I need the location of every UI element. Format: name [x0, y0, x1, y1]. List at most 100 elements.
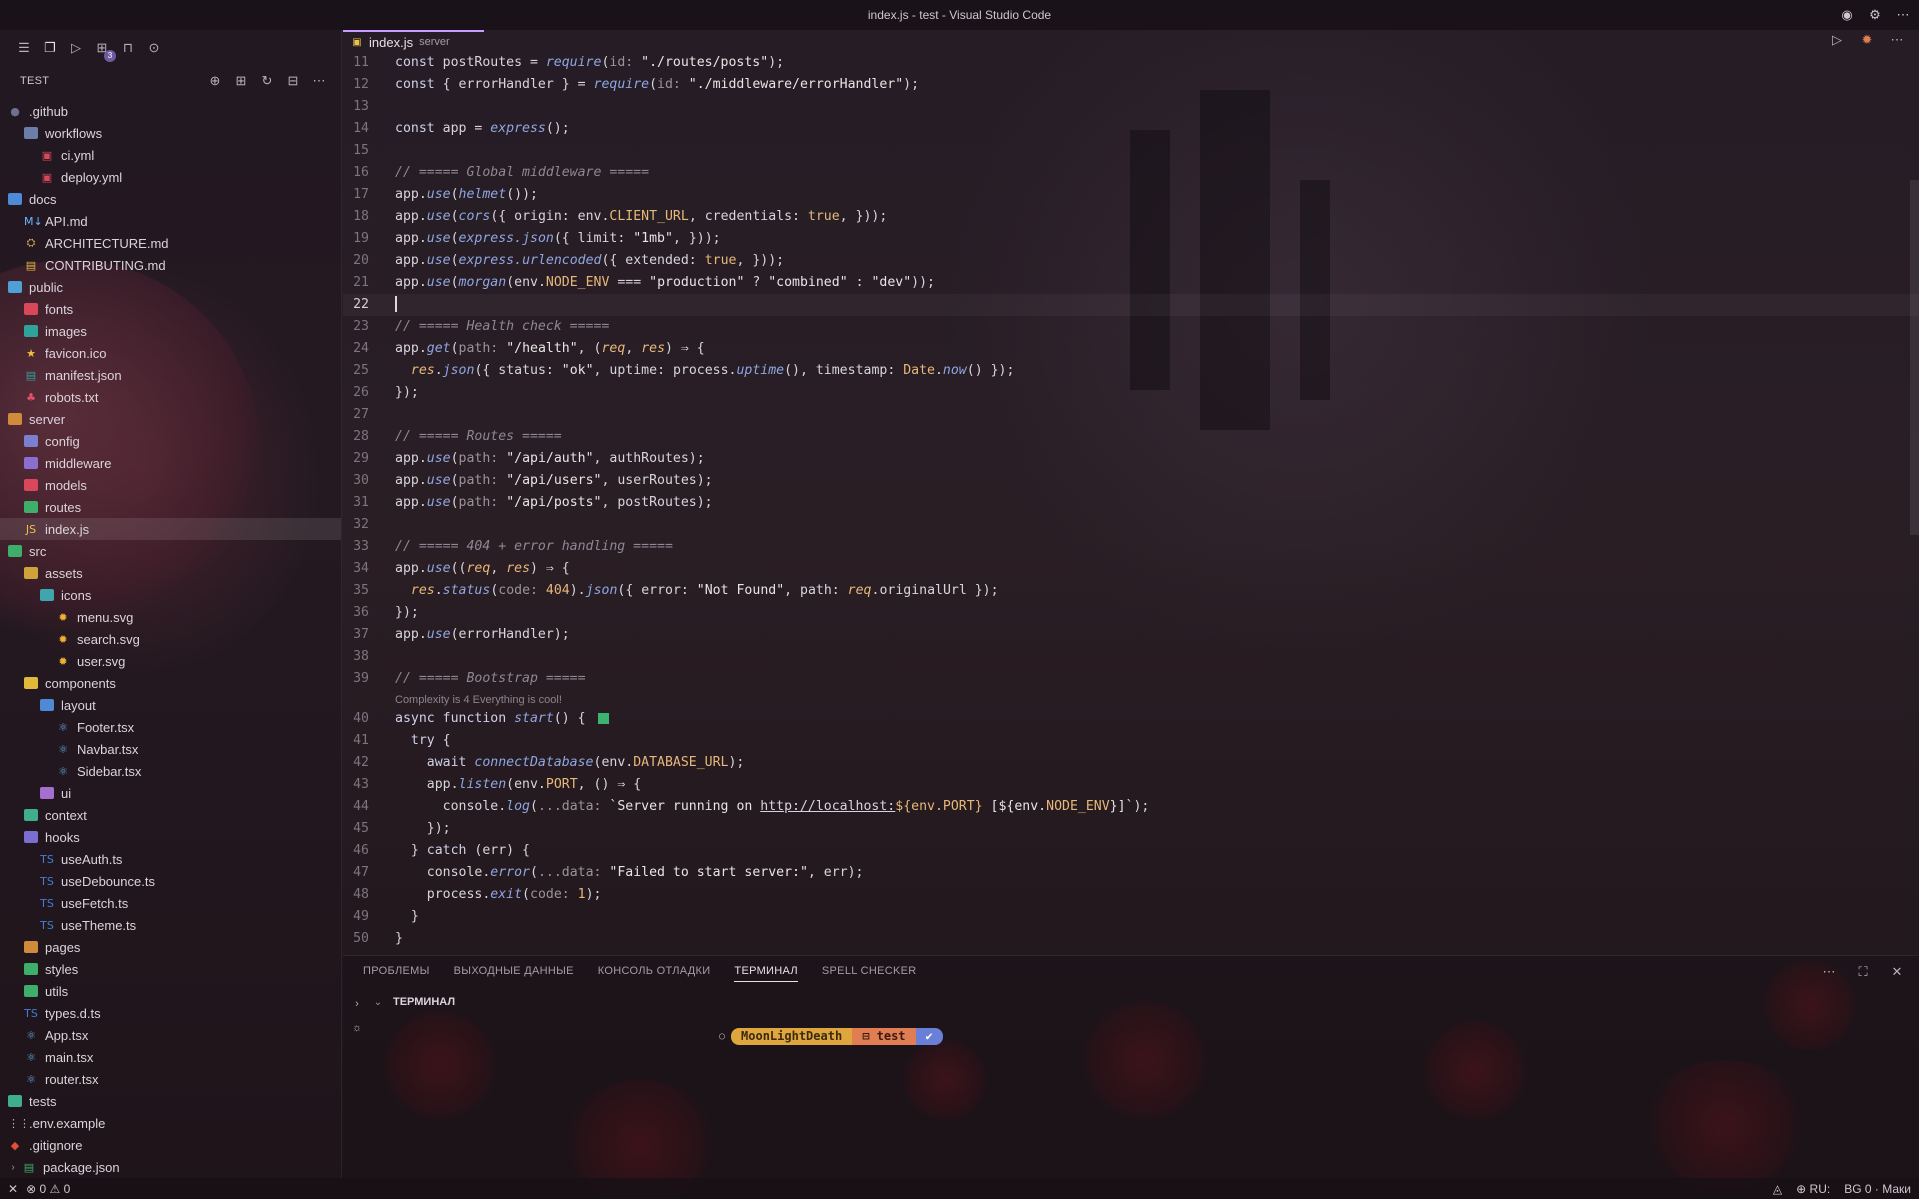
chevron-right-icon[interactable]: › — [349, 996, 365, 1012]
code-line[interactable]: 28 // ===== Routes ===== — [343, 426, 1919, 448]
account-icon[interactable]: ◉ — [1839, 7, 1855, 23]
tree-file[interactable]: ✹ search.svg — [0, 628, 341, 650]
tree-file[interactable]: TS useDebounce.ts — [0, 870, 341, 892]
code-line[interactable]: 35 res.status(code: 404).json({ error: "… — [343, 580, 1919, 602]
tree-folder[interactable]: utils — [0, 980, 341, 1002]
editor-scrollbar[interactable] — [1910, 180, 1919, 535]
code-line[interactable]: 12 const { errorHandler } = require(id: "… — [343, 74, 1919, 96]
tree-file[interactable]: TS useFetch.ts — [0, 892, 341, 914]
tree-folder[interactable]: fonts — [0, 298, 341, 320]
tree-file[interactable]: TS useAuth.ts — [0, 848, 341, 870]
tree-file[interactable]: TS useTheme.ts — [0, 914, 341, 936]
tree-folder[interactable]: ui — [0, 782, 341, 804]
code-line[interactable]: 17 app.use(helmet()); — [343, 184, 1919, 206]
terminal-prompt[interactable]: ○ MoonLightDeath ⊟ test ✔ — [719, 1028, 943, 1045]
problems-indicator[interactable]: ⊗ 0 ⚠ 0 — [26, 1182, 70, 1196]
code-line[interactable]: 33 // ===== 404 + error handling ===== — [343, 536, 1919, 558]
language-indicator[interactable]: ⊕ RU: — [1796, 1182, 1830, 1196]
lightbulb-icon[interactable]: ☼ — [349, 1020, 365, 1036]
code-line[interactable]: 16 // ===== Global middleware ===== — [343, 162, 1919, 184]
tree-folder[interactable]: workflows — [0, 122, 341, 144]
extensions-icon[interactable]: ⊞ 3 — [94, 40, 116, 62]
run-icon[interactable]: ▷ — [1829, 32, 1845, 48]
tree-file[interactable]: ★ favicon.ico — [0, 342, 341, 364]
tree-folder[interactable]: models — [0, 474, 341, 496]
code-line[interactable]: 31 app.use(path: "/api/posts", postRoutes… — [343, 492, 1919, 514]
extension-action-icon[interactable]: ✹ — [1859, 32, 1875, 48]
code-line[interactable]: 18 app.use(cors({ origin: env.CLIENT_URL,… — [343, 206, 1919, 228]
tree-folder[interactable]: components — [0, 672, 341, 694]
collapse-all-icon[interactable]: ⊟ — [285, 73, 301, 89]
code-editor[interactable]: 11 const postRoutes = require(id: "./rout… — [343, 52, 1919, 955]
notifications-icon[interactable]: ◬ — [1773, 1182, 1782, 1196]
code-line[interactable]: 41 try { — [343, 730, 1919, 752]
tree-file[interactable]: › ▤ package.json — [0, 1156, 341, 1178]
code-line[interactable]: 44 console.log(...data: `Server running … — [343, 796, 1919, 818]
tree-folder[interactable]: routes — [0, 496, 341, 518]
code-line[interactable]: 36}); — [343, 602, 1919, 624]
tree-file[interactable]: ⚛ Sidebar.tsx — [0, 760, 341, 782]
code-line[interactable]: 15 — [343, 140, 1919, 162]
code-line[interactable]: 26}); — [343, 382, 1919, 404]
close-icon[interactable]: ✕ — [1889, 964, 1905, 980]
code-line[interactable]: 39 // ===== Bootstrap ===== — [343, 668, 1919, 690]
code-line[interactable]: 29 app.use(path: "/api/auth", authRoutes)… — [343, 448, 1919, 470]
tree-folder[interactable]: middleware — [0, 452, 341, 474]
code-line[interactable]: 32 — [343, 514, 1919, 536]
remote-icon[interactable]: ⊙ — [146, 40, 162, 56]
menu-icon[interactable]: ☰ — [16, 40, 32, 56]
code-line[interactable]: 21 app.use(morgan(env.NODE_ENV === "produ… — [343, 272, 1919, 294]
explorer-icon[interactable]: ❐ — [42, 40, 58, 56]
tree-folder[interactable]: pages — [0, 936, 341, 958]
tree-file[interactable]: ✹ user.svg — [0, 650, 341, 672]
tree-folder[interactable]: layout — [0, 694, 341, 716]
code-line[interactable]: 14 const app = express(); — [343, 118, 1919, 140]
code-line[interactable]: 37 app.use(errorHandler); — [343, 624, 1919, 646]
maximize-icon[interactable]: ⛶ — [1855, 964, 1871, 980]
tree-folder[interactable]: tests — [0, 1090, 341, 1112]
code-line[interactable]: 42 await connectDatabase(env.DATABASE_UR… — [343, 752, 1919, 774]
panel-tab[interactable]: SPELL CHECKER — [822, 965, 917, 981]
tree-folder[interactable]: context — [0, 804, 341, 826]
more-icon[interactable]: ⋯ — [1821, 964, 1837, 980]
refresh-icon[interactable]: ↻ — [259, 73, 275, 89]
code-line[interactable]: 40 async function start() { — [343, 708, 1919, 730]
code-line[interactable]: 50} — [343, 928, 1919, 950]
tree-folder[interactable]: assets — [0, 562, 341, 584]
tree-file[interactable]: ⋮⋮ .env.example — [0, 1112, 341, 1134]
panel-tab[interactable]: ВЫХОДНЫЕ ДАННЫЕ — [454, 965, 574, 981]
tree-file[interactable]: ▤ manifest.json — [0, 364, 341, 386]
tree-file[interactable]: ⚛ main.tsx — [0, 1046, 341, 1068]
more-icon[interactable]: ⋯ — [1889, 32, 1905, 48]
tree-folder[interactable]: public — [0, 276, 341, 298]
tree-file[interactable]: ⚛ router.tsx — [0, 1068, 341, 1090]
tree-folder[interactable]: icons — [0, 584, 341, 606]
code-line[interactable]: 13 — [343, 96, 1919, 118]
background-indicator[interactable]: BG 0 · Маки — [1844, 1182, 1911, 1196]
code-line[interactable]: 23 // ===== Health check ===== — [343, 316, 1919, 338]
tree-folder[interactable]: hooks — [0, 826, 341, 848]
code-line[interactable]: 43 app.listen(env.PORT, () ⇒ { — [343, 774, 1919, 796]
panel-tab[interactable]: ПРОБЛЕМЫ — [363, 965, 430, 981]
code-line[interactable]: 20 app.use(express.urlencoded({ extended:… — [343, 250, 1919, 272]
remote-icon[interactable]: ✕ — [8, 1182, 18, 1196]
tree-file[interactable]: ◆ .gitignore — [0, 1134, 341, 1156]
tree-file[interactable]: ⚛ Footer.tsx — [0, 716, 341, 738]
code-line[interactable]: 22 — [343, 294, 1919, 316]
tree-file[interactable]: ⚛ Navbar.tsx — [0, 738, 341, 760]
code-line[interactable]: 30 app.use(path: "/api/users", userRoutes… — [343, 470, 1919, 492]
code-line[interactable]: 47 console.error(...data: "Failed to sta… — [343, 862, 1919, 884]
tree-folder[interactable]: config — [0, 430, 341, 452]
code-line[interactable]: 34 app.use((req, res) ⇒ { — [343, 558, 1919, 580]
tree-file[interactable]: ♣ robots.txt — [0, 386, 341, 408]
code-line[interactable]: 45 }); — [343, 818, 1919, 840]
code-line[interactable]: 25 res.json({ status: "ok", uptime: proc… — [343, 360, 1919, 382]
tree-file[interactable]: ▣ ci.yml — [0, 144, 341, 166]
code-line[interactable]: 24 app.get(path: "/health", (req, res) ⇒ … — [343, 338, 1919, 360]
tree-folder[interactable]: server — [0, 408, 341, 430]
new-folder-icon[interactable]: ⊞ — [233, 73, 249, 89]
tree-file[interactable]: ⛭ ARCHITECTURE.md — [0, 232, 341, 254]
tree-file[interactable]: M↓ API.md — [0, 210, 341, 232]
tree-file[interactable]: TS types.d.ts — [0, 1002, 341, 1024]
more-icon[interactable]: ⋯ — [311, 73, 327, 89]
